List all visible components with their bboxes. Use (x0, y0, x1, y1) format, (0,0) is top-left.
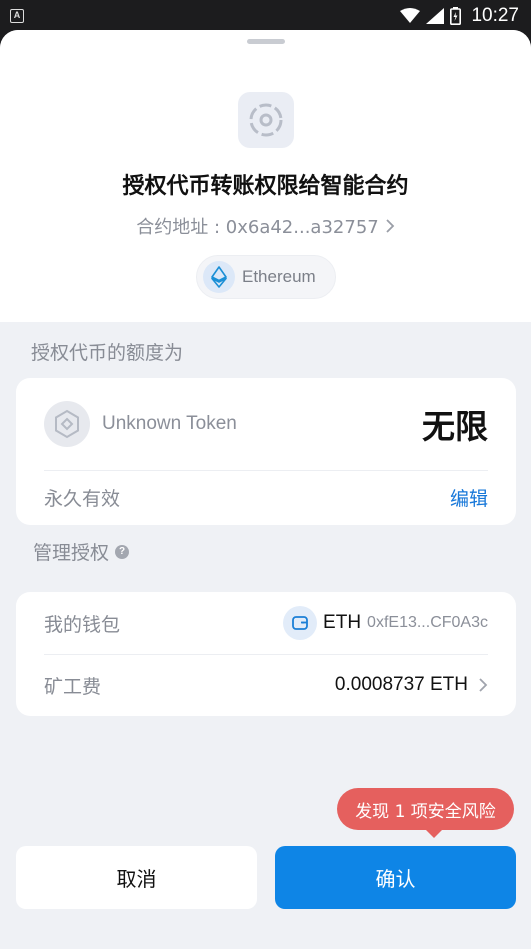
manage-card: 我的钱包 ETH 0xfE13...CF0A3c 矿工费 0.0008737 E… (16, 592, 516, 716)
confirm-button[interactable]: 确认 (275, 846, 516, 909)
fee-value: 0.0008737 ETH (335, 674, 488, 696)
status-bar-left: A (10, 9, 24, 23)
token-row: Unknown Token 无限 (16, 378, 516, 470)
status-time: 10:27 (471, 5, 519, 26)
contract-icon (238, 92, 294, 148)
ethereum-icon (203, 261, 235, 293)
token-name: Unknown Token (102, 413, 237, 434)
chevron-right-icon (386, 219, 395, 233)
fee-label: 矿工费 (44, 675, 102, 698)
allowance-amount: 无限 (422, 407, 488, 446)
contract-address-text: 合约地址 : 0x6a42...a32757 (136, 217, 379, 238)
edit-button[interactable]: 编辑 (450, 484, 488, 511)
validity-row: 永久有效 编辑 (16, 470, 516, 525)
risk-badge-pointer (425, 829, 443, 838)
manage-label-text: 管理授权 (33, 542, 110, 564)
chevron-right-icon (479, 678, 488, 692)
fee-amount: 0.0008737 ETH (334, 674, 468, 695)
sheet-header: 授权代币转账权限给智能合约 合约地址 : 0x6a42...a32757 Eth… (0, 30, 531, 322)
cancel-button[interactable]: 取消 (16, 846, 257, 909)
wallet-value: ETH 0xfE13...CF0A3c (283, 606, 488, 640)
unknown-token-icon (44, 401, 90, 447)
status-bar: A 10:27 (0, 0, 531, 32)
validity-text: 永久有效 (44, 488, 121, 510)
wallet-icon (283, 606, 318, 640)
sheet-drag-handle[interactable] (247, 39, 285, 44)
wallet-row[interactable]: 我的钱包 ETH 0xfE13...CF0A3c (16, 592, 516, 654)
target-icon (249, 103, 283, 137)
wallet-label: 我的钱包 (44, 613, 121, 636)
wallet-address: 0xfE13...CF0A3c (367, 614, 488, 631)
allowance-section-label: 授权代币的额度为 (31, 342, 184, 364)
allowance-card: Unknown Token 无限 永久有效 编辑 (16, 378, 516, 525)
battery-icon (450, 7, 462, 25)
contract-address-link[interactable]: 合约地址 : 0x6a42...a32757 (0, 213, 531, 239)
fee-row[interactable]: 矿工费 0.0008737 ETH (16, 654, 516, 716)
security-risk-badge[interactable]: 发现 1 项安全风险 (337, 788, 514, 830)
help-icon[interactable]: ? (115, 544, 130, 559)
chain-badge: Ethereum (196, 255, 336, 299)
notification-icon: A (10, 9, 24, 23)
page-title: 授权代币转账权限给智能合约 (122, 174, 409, 199)
manage-section-label: 管理授权 ? (33, 538, 130, 565)
chain-name: Ethereum (242, 267, 316, 286)
signal-icon (426, 8, 445, 24)
wifi-icon (400, 8, 421, 23)
wallet-coin: ETH (323, 612, 362, 633)
status-bar-right: 10:27 (400, 5, 519, 27)
